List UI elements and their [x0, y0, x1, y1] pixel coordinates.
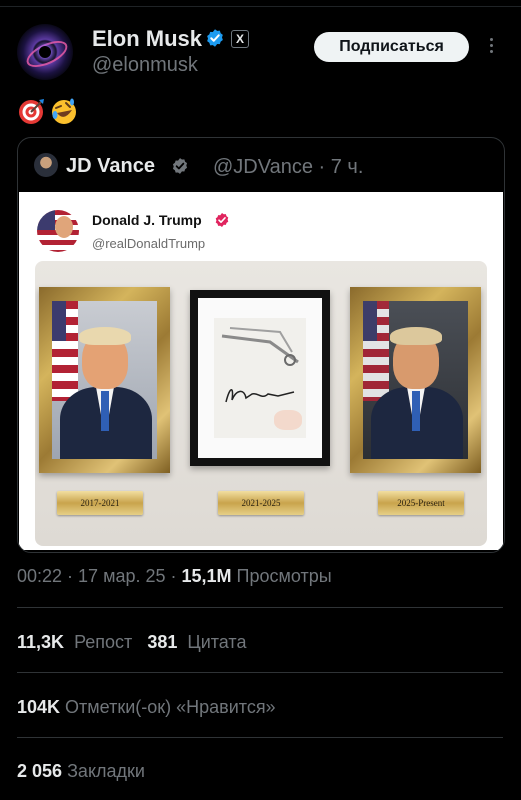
plaque-2025-present: 2025-Present — [378, 491, 464, 515]
quotes-count: 381 — [147, 632, 178, 652]
reposts-label: Репост — [74, 632, 133, 652]
direct-hit-emoji-icon — [19, 99, 44, 124]
divider — [17, 672, 503, 673]
portrait-frame-right — [350, 287, 481, 473]
author-name[interactable]: Elon Musk — [92, 26, 202, 52]
divider — [17, 737, 503, 738]
reposts-stat[interactable]: 11,3K Репост — [17, 632, 132, 652]
views-label: Просмотры — [231, 566, 332, 586]
meta-separator: · — [62, 566, 79, 586]
quoted-author-avatar — [34, 153, 58, 177]
plaque-2017-2021: 2017-2021 — [57, 491, 143, 515]
plaque-2021-2025: 2021-2025 — [218, 491, 304, 515]
post-time[interactable]: 00:22 — [17, 566, 62, 586]
author-handle[interactable]: @elonmusk — [92, 54, 198, 77]
signature-frame-center — [190, 290, 330, 466]
embedded-author-handle: @realDonaldTrump — [92, 236, 206, 251]
reposts-count: 11,3K — [17, 632, 65, 652]
author-avatar[interactable] — [17, 24, 73, 80]
likes-count: 104K — [17, 697, 61, 717]
quoted-author-handle-time: @JDVance · 7 ч. — [213, 156, 364, 178]
bookmarks-label: Закладки — [67, 761, 145, 781]
top-divider — [0, 6, 521, 7]
likes-label: Отметки(-ок) «Нравится» — [65, 697, 276, 717]
trump-avatar — [37, 210, 79, 252]
quoted-author-name: JD Vance — [66, 155, 155, 177]
embedded-image[interactable]: Donald J. Trump @realDonaldTrump 2017-20… — [19, 192, 503, 550]
follow-button[interactable]: Подписаться — [314, 32, 469, 62]
portrait-gallery: 2017-2021 2021-2025 2025-Present — [35, 261, 487, 546]
portrait-frame-left — [39, 287, 170, 473]
verified-badge-icon — [207, 29, 223, 47]
quoted-verified-badge-icon — [172, 158, 188, 174]
divider — [17, 607, 503, 608]
bookmarks-stat[interactable]: 2 056 Закладки — [17, 761, 145, 782]
embedded-author-name: Donald J. Trump — [92, 212, 202, 228]
meta-separator: · — [165, 566, 182, 586]
embedded-verified-badge-icon — [215, 213, 229, 227]
quoted-post-card[interactable]: JD Vance @JDVance · 7 ч. Donald J. Trump… — [17, 137, 505, 553]
quotes-label: Цитата — [187, 632, 247, 652]
likes-stat[interactable]: 104K Отметки(-ок) «Нравится» — [17, 697, 276, 718]
post-meta: 00:22 · 17 мар. 25 · 15,1M Просмотры — [17, 566, 332, 587]
post-date[interactable]: 17 мар. 25 — [78, 566, 165, 586]
more-options-icon[interactable] — [485, 36, 497, 58]
views-count: 15,1M — [181, 566, 232, 586]
quotes-stat[interactable]: 381 Цитата — [147, 632, 246, 652]
rolling-on-floor-laughing-icon — [52, 98, 76, 124]
bookmarks-count: 2 056 — [17, 761, 63, 781]
engagement-stats-row: 11,3K Репост 381 Цитата — [17, 632, 246, 653]
x-affiliation-icon: X — [231, 30, 249, 48]
